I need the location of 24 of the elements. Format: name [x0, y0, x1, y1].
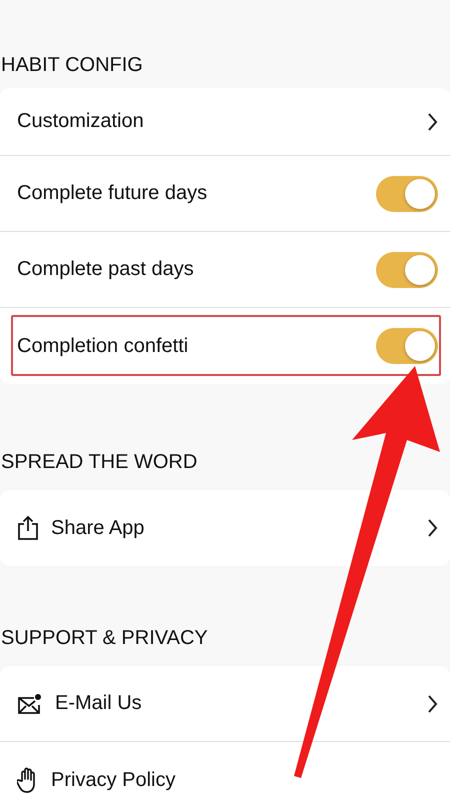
settings-row[interactable]: Privacy Policy — [0, 742, 450, 801]
row-label: Completion confetti — [17, 334, 190, 358]
row-label: Privacy Policy — [51, 768, 176, 792]
toggle-row[interactable]: Complete future days — [0, 156, 450, 232]
toggle-switch[interactable] — [376, 328, 438, 364]
mail-icon — [17, 692, 43, 714]
row-label: Customization — [17, 110, 145, 133]
section-header: HABIT CONFIG — [1, 54, 143, 76]
section-header: SUPPORT & PRIVACY — [1, 626, 208, 650]
row-label: Complete future days — [17, 182, 208, 205]
chevron-icon — [427, 518, 438, 538]
toggle-switch[interactable] — [376, 176, 438, 212]
chevron-icon — [427, 694, 438, 714]
settings-row[interactable]: Customization — [0, 88, 450, 156]
settings-row[interactable]: Share App — [0, 490, 450, 566]
row-label: Complete past days — [17, 258, 195, 281]
chevron-icon — [427, 112, 438, 132]
share-icon — [17, 515, 39, 541]
section-header: SPREAD THE WORD — [1, 450, 198, 474]
row-label: E-Mail Us — [55, 692, 143, 715]
row-label: Share App — [51, 516, 146, 540]
toggle-row[interactable]: Complete past days — [0, 232, 450, 308]
toggle-switch[interactable] — [376, 252, 438, 288]
toggle-row[interactable]: Completion confetti — [0, 308, 450, 384]
